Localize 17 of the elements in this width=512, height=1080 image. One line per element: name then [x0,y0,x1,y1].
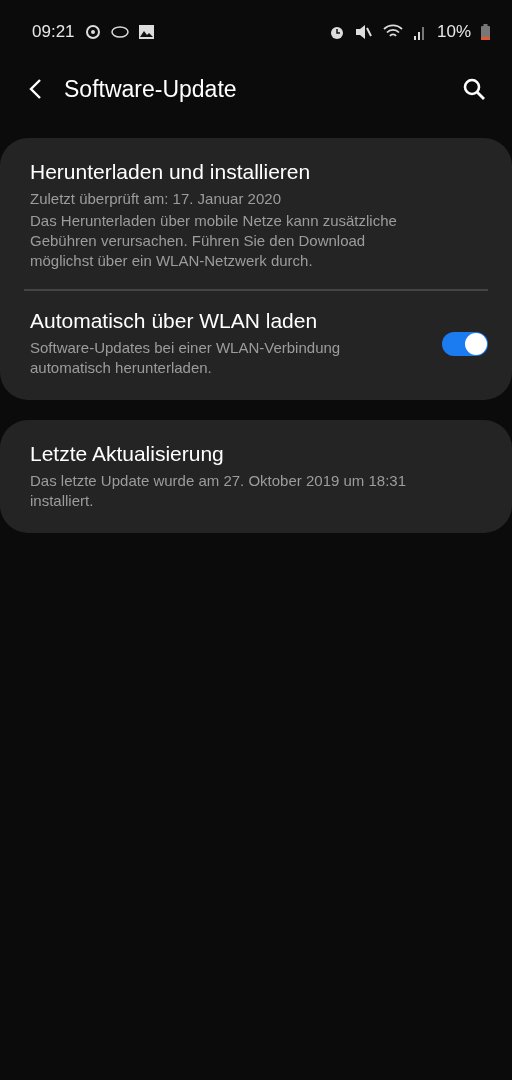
battery-icon [481,24,490,40]
back-icon[interactable] [28,78,42,100]
setting-title[interactable]: Automatisch über WLAN laden [30,309,442,333]
setting-title[interactable]: Letzte Aktualisierung [30,442,488,466]
toggle-switch[interactable] [442,331,488,356]
signal-icon [412,24,427,40]
setting-title[interactable]: Herunterladen und installieren [30,160,488,184]
image-icon [138,25,154,39]
setting-description: Das letzte Update wurde am 27. Oktober 2019 um 18:31 installiert. [30,471,408,511]
setting-description: Das Herunterladen über mobile Netze kann zusätzliche Gebühren verursachen. Führen Sie den Download möglichst über ein WLAN-Netzwerk durch. [30,211,398,271]
battery-percentage: 10% [436,22,471,42]
mute-icon [354,24,373,40]
screen-title: Software-Update [64,75,238,103]
clock-time: 09:21 [32,22,75,42]
search-icon[interactable] [462,77,486,101]
setting-description: Zuletzt überprüft am: 17. Januar 2020 [30,189,282,209]
setting-description: Software-Updates bei einer WLAN-Verbindung automatisch herunterladen. [30,338,342,378]
